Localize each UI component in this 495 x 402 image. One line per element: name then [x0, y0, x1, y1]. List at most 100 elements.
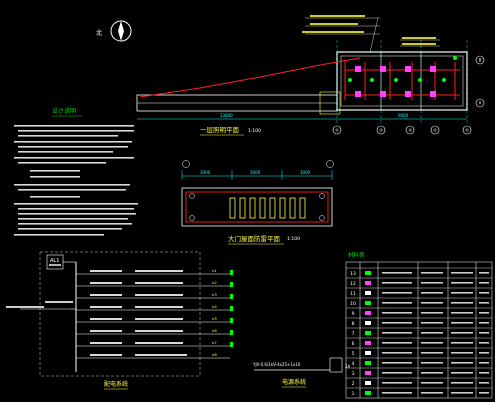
legend-symbol-icon [365, 391, 371, 395]
circuit-id: n6 [212, 328, 217, 333]
legend-row-number: 11 [350, 291, 356, 297]
legend-cell-text [421, 302, 443, 304]
legend-cell-text [451, 322, 473, 324]
power-cable: YJV-0.6/1kV-4x25+1x16 [252, 362, 301, 367]
legend-row-number: 1 [352, 391, 355, 397]
legend-cell-text [479, 342, 489, 344]
legend-symbol-icon [365, 301, 371, 305]
legend-cell-text [421, 332, 443, 334]
legend-cell-text [421, 362, 443, 364]
legend-cell-text [479, 282, 489, 284]
legend-row-number: 5 [352, 351, 355, 357]
svg-text:33800: 33800 [220, 113, 233, 118]
legend-cell-text [382, 282, 412, 284]
legend-symbol-icon [365, 291, 371, 295]
legend-cell-text [451, 312, 473, 314]
legend-cell-text [479, 272, 489, 274]
legend-row-number: 3 [352, 371, 355, 377]
legend-cell-text [451, 332, 473, 334]
legend-cell-text [421, 342, 443, 344]
legend-cell-text [479, 382, 489, 384]
gate-dim: 3000 [250, 170, 261, 175]
grid-label: A [479, 101, 482, 106]
legend-cell-text [479, 312, 489, 314]
circuit-id: n7 [212, 340, 217, 345]
legend-cell-text [421, 272, 443, 274]
design-notes-title: 设计说明 [52, 107, 76, 115]
panel-circuit-rows [76, 273, 230, 359]
legend-cell-text [421, 292, 443, 294]
legend-symbol-icon [365, 371, 371, 375]
legend-cell-text [421, 282, 443, 284]
plan-scale: 1:100 [248, 128, 261, 134]
legend-cell-text [451, 382, 473, 384]
legend-row-number: 13 [350, 271, 356, 277]
axis-label: ② [379, 128, 383, 133]
legend-cell-text [382, 302, 412, 304]
axis-label: ④ [433, 128, 437, 133]
svg-text:9000: 9000 [398, 113, 409, 118]
plan-title: 一层照明平面 [200, 126, 240, 134]
legend-cell-text [451, 392, 473, 394]
legend-title: 材料表 [348, 251, 365, 259]
cad-drawing-canvas: 北 33800 9000 ① ② ③ ④ ⑤ B A 一层照明平面 1:100 … [0, 0, 495, 402]
legend-row-number: 12 [350, 281, 356, 287]
lighting-wiring [139, 57, 460, 100]
legend-symbol-icon [365, 381, 371, 385]
legend-cell-text [479, 372, 489, 374]
legend-cell-text [421, 382, 443, 384]
legend-cell-text [451, 272, 473, 274]
floor-plan: 33800 9000 [136, 40, 468, 125]
circuit-id: n3 [212, 292, 217, 297]
legend-cell-text [382, 362, 412, 364]
plan-note-text [302, 15, 436, 45]
design-notes-text [14, 125, 138, 236]
legend-row-number: 7 [352, 331, 355, 337]
legend-cell-text [382, 352, 412, 354]
legend-symbol-icon [365, 341, 371, 345]
legend-cell-text [382, 292, 412, 294]
legend-rows: 13 12 11 10 9 8 7 6 5 4 3 2 1 [346, 267, 492, 397]
legend-cell-text [382, 312, 412, 314]
legend-cell-text [421, 312, 443, 314]
legend-row-number: 4 [352, 361, 355, 367]
legend-cell-text [382, 372, 412, 374]
cad-drawing: 北 33800 9000 ① ② ③ ④ ⑤ B A 一层照明平面 1:100 … [6, 15, 493, 399]
panel-circuit-text [90, 270, 187, 356]
legend-cell-text [421, 372, 443, 374]
legend-cell-text [382, 392, 412, 394]
legend-cell-text [479, 322, 489, 324]
legend-symbol-icon [365, 281, 371, 285]
axis-label: ① [335, 128, 339, 133]
circuit-id: n2 [212, 280, 217, 285]
power-title: 电源系统 [282, 378, 306, 386]
circuit-id: n1 [212, 268, 217, 273]
legend-cell-text [479, 362, 489, 364]
legend-symbol-icon [365, 331, 371, 335]
svg-text:北: 北 [96, 29, 102, 37]
circuit-id: n5 [212, 316, 217, 321]
legend-row-number: 8 [352, 321, 355, 327]
legend-cell-text [479, 332, 489, 334]
legend-cell-text [479, 302, 489, 304]
panel-title: 配电系统 [104, 380, 128, 388]
circuit-id: n8 [212, 352, 217, 357]
legend-cell-text [382, 272, 412, 274]
legend-cell-text [451, 292, 473, 294]
axis-label: ⑤ [465, 128, 469, 133]
power-supply-system: YJV-0.6/1kV-4x25+1x16 2A [252, 357, 351, 373]
gate-title: 大门屋面防雷平面 [228, 234, 281, 243]
legend-cell-text [451, 352, 473, 354]
legend-cell-text [451, 282, 473, 284]
legend-row-number: 2 [352, 381, 355, 387]
legend-cell-text [479, 352, 489, 354]
legend-cell-text [382, 332, 412, 334]
legend-cell-text [421, 392, 443, 394]
legend-row-number: 6 [352, 341, 355, 347]
legend-row-number: 10 [350, 301, 356, 307]
legend-symbol-icon [365, 351, 371, 355]
circuit-id: n4 [212, 304, 217, 309]
gate-scale: 1:100 [287, 236, 300, 242]
north-arrow-icon: 北 [96, 20, 132, 42]
gate-dim: 3000 [200, 170, 211, 175]
